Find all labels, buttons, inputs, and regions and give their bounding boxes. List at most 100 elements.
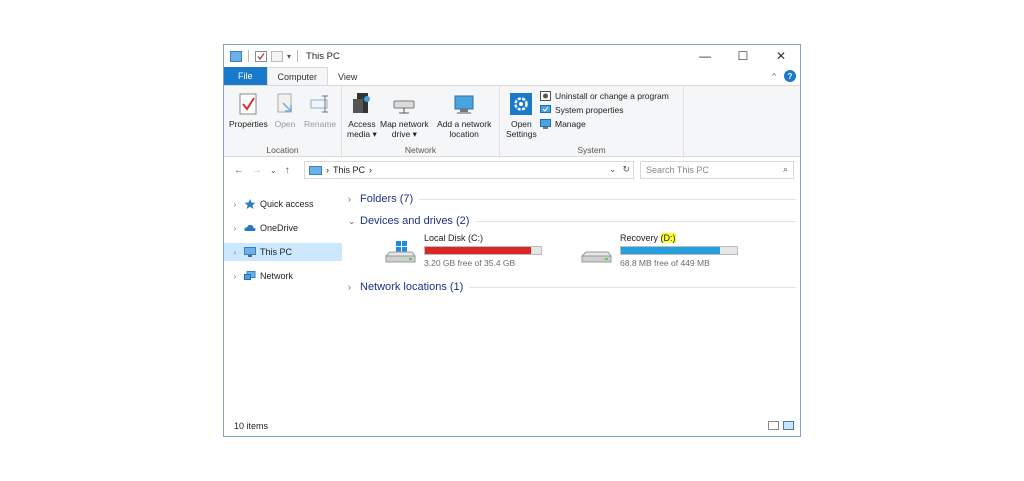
search-input[interactable]: Search This PC ⌕ — [640, 161, 794, 179]
open-settings-label-line1: Open — [510, 119, 532, 129]
details-view-icon[interactable] — [768, 421, 779, 430]
rename-button[interactable]: Rename — [304, 91, 336, 129]
drive-c[interactable]: Local Disk (C:) 3.20 GB free of 35.4 GB — [384, 233, 574, 273]
quick-access-toolbar: ▾ — [224, 50, 300, 62]
ribbon-tabs: File Computer View ^ ? — [224, 67, 800, 85]
open-button[interactable]: Open — [274, 91, 296, 129]
open-settings-button[interactable]: Open Settings — [506, 91, 537, 139]
properties-button[interactable]: Properties — [229, 91, 268, 129]
drive-d[interactable]: Recovery (D:) 68.8 MB free of 449 MB — [580, 233, 780, 273]
properties-qat-icon[interactable] — [255, 50, 267, 62]
uninstall-program-button[interactable]: Uninstall or change a program — [540, 91, 669, 101]
location-group: Properties Open Rename Location — [224, 86, 342, 158]
manage-icon — [540, 119, 551, 129]
drive-d-free-space: 68.8 MB free of 449 MB — [620, 258, 710, 268]
network-group-label: Network — [404, 145, 437, 155]
window-controls: — ☐ ✕ — [686, 45, 800, 67]
settings-gear-icon — [510, 91, 533, 117]
status-bar: 10 items — [224, 416, 800, 436]
qat-separator — [248, 50, 249, 62]
nav-label: Network — [260, 271, 294, 281]
devices-section-header[interactable]: ⌄ Devices and drives (2) — [348, 213, 796, 229]
maximize-button[interactable]: ☐ — [724, 45, 762, 67]
drive-c-usage-bar — [424, 246, 542, 255]
system-group-label: System — [577, 145, 606, 155]
drive-d-letter-highlight: (D:) — [660, 233, 676, 243]
network-group: Access media ▾ Map network drive ▾ Add a… — [342, 86, 500, 158]
folders-section-header[interactable]: › Folders (7) — [348, 191, 796, 207]
search-icon[interactable]: ⌕ — [783, 164, 788, 175]
computer-icon — [309, 165, 322, 175]
access-media-button[interactable]: Access media ▾ — [347, 91, 377, 139]
nav-item-network[interactable]: › Network — [224, 267, 342, 285]
access-media-label-line1: Access — [348, 119, 376, 129]
help-icon[interactable]: ? — [784, 70, 796, 82]
expand-chevron-icon[interactable]: › — [228, 200, 242, 209]
add-location-label-line1: Add a network — [437, 119, 492, 129]
minimize-button[interactable]: — — [686, 45, 724, 67]
forward-button[interactable]: → — [252, 165, 262, 176]
folders-section-label: Folders (7) — [360, 193, 414, 205]
title-bar: ▾ This PC — ☐ ✕ — [224, 45, 800, 67]
expanded-chevron-icon[interactable]: ⌄ — [348, 216, 360, 227]
address-dropdown-button[interactable]: ⌄ — [609, 164, 617, 175]
star-icon — [244, 199, 256, 209]
nav-buttons: ← → ⌄ ↑ — [224, 165, 290, 176]
rename-icon — [309, 91, 331, 117]
nav-item-onedrive[interactable]: › OneDrive — [224, 219, 342, 237]
add-network-location-icon — [453, 91, 475, 117]
section-divider — [419, 198, 796, 200]
uninstall-label: Uninstall or change a program — [555, 91, 669, 101]
address-controls: ⌄ ↻ — [609, 164, 630, 175]
uninstall-icon — [540, 91, 551, 101]
path-this-pc[interactable]: This PC — [333, 165, 365, 175]
collapse-chevron-icon[interactable]: › — [348, 282, 360, 292]
this-pc-icon — [230, 50, 242, 62]
network-locations-section-header[interactable]: › Network locations (1) — [348, 279, 796, 295]
refresh-button[interactable]: ↻ — [622, 164, 630, 175]
content-pane: › Folders (7) ⌄ Devices and drives (2) L… — [348, 189, 798, 409]
nav-label: This PC — [260, 247, 293, 257]
tab-file[interactable]: File — [224, 67, 267, 85]
windows-drive-icon — [384, 241, 416, 263]
devices-section-label: Devices and drives (2) — [360, 215, 470, 227]
manage-label: Manage — [555, 119, 586, 129]
system-properties-button[interactable]: System properties — [540, 105, 669, 115]
back-button[interactable]: ← — [234, 165, 244, 176]
drive-c-free-space: 3.20 GB free of 35.4 GB — [424, 258, 516, 268]
recent-locations-button[interactable]: ⌄ — [270, 166, 277, 175]
path-separator: › — [326, 165, 329, 175]
address-bar[interactable]: › This PC › ⌄ ↻ — [304, 161, 634, 179]
expand-chevron-icon[interactable]: › — [228, 224, 242, 233]
nav-item-quick-access[interactable]: › Quick access — [224, 195, 342, 213]
expand-chevron-icon[interactable]: › — [228, 272, 242, 281]
up-button[interactable]: ↑ — [285, 165, 290, 176]
qat-separator-2 — [297, 50, 299, 62]
map-network-drive-button[interactable]: Map network drive ▾ — [380, 91, 429, 139]
address-row: ← → ⌄ ↑ › This PC › ⌄ ↻ Search This PC ⌕ — [224, 161, 800, 179]
access-media-icon — [351, 91, 373, 117]
ribbon: Properties Open Rename Location Access m… — [224, 85, 800, 158]
view-toggle — [768, 421, 794, 430]
expand-chevron-icon[interactable]: › — [228, 248, 242, 257]
close-button[interactable]: ✕ — [762, 45, 800, 67]
minimize-ribbon-icon[interactable]: ^ — [772, 72, 776, 81]
tab-view[interactable]: View — [328, 68, 367, 85]
ribbon-tab-tools: ^ ? — [772, 70, 796, 82]
customize-qat-icon[interactable]: ▾ — [287, 52, 291, 61]
manage-button[interactable]: Manage — [540, 119, 669, 129]
nav-item-this-pc[interactable]: › This PC — [224, 243, 342, 261]
tiles-view-icon[interactable] — [783, 421, 794, 430]
drive-d-name-prefix: Recovery — [620, 233, 661, 243]
properties-icon — [237, 91, 259, 117]
new-folder-qat-icon[interactable] — [271, 50, 283, 62]
search-placeholder: Search This PC — [646, 165, 709, 175]
system-group: Open Settings Uninstall or change a prog… — [500, 86, 684, 158]
path-separator-end[interactable]: › — [369, 165, 372, 175]
tab-computer[interactable]: Computer — [266, 67, 329, 85]
add-location-label-line2: location — [449, 129, 479, 139]
drive-icon — [580, 251, 612, 263]
collapse-chevron-icon[interactable]: › — [348, 194, 360, 204]
cloud-icon — [244, 224, 256, 231]
add-network-location-button[interactable]: Add a network location — [437, 91, 491, 139]
